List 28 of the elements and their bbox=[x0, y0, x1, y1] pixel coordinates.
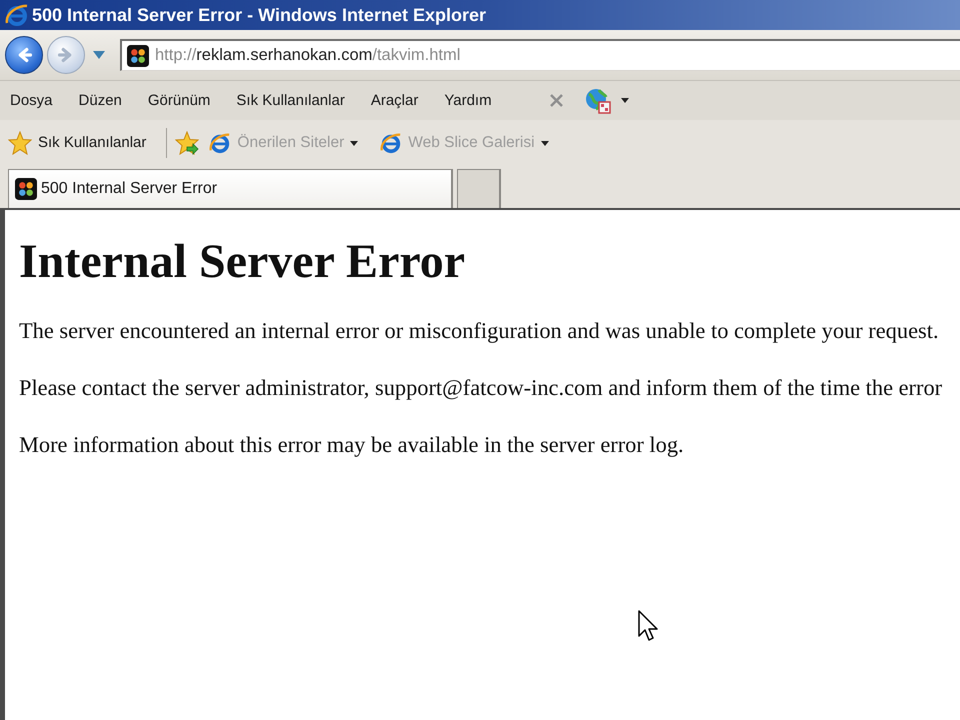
back-button[interactable] bbox=[5, 36, 43, 74]
star-icon bbox=[8, 131, 32, 155]
error-message: The server encountered an internal error or misconfiguration and was unable to complete your request. bbox=[19, 318, 939, 343]
browser-logo-icon bbox=[5, 3, 29, 27]
browser-tab[interactable]: 500 Internal Server Error bbox=[8, 169, 453, 208]
menu-item[interactable]: Araçlar bbox=[370, 89, 418, 112]
history-dropdown-icon[interactable] bbox=[93, 51, 105, 59]
close-icon[interactable] bbox=[550, 94, 563, 107]
browser-page-icon bbox=[380, 132, 402, 154]
menu-item[interactable]: Düzen bbox=[78, 89, 122, 112]
site-icon bbox=[15, 178, 37, 200]
browser-page-icon bbox=[209, 132, 232, 154]
new-tab-button[interactable] bbox=[457, 169, 501, 208]
menu-item[interactable]: Dosya bbox=[10, 89, 53, 112]
favorites-button[interactable]: Sık Kullanılanlar bbox=[8, 131, 146, 155]
error-message: Please contact the server administrator, support@fatcow-inc.com and inform them of the time the error bbox=[19, 375, 942, 400]
error-message: More information about this error may be available in the server error log. bbox=[19, 432, 684, 457]
window-title: 500 Internal Server Error - Windows Internet Explorer bbox=[32, 6, 486, 24]
add-favorite-icon[interactable] bbox=[175, 131, 200, 155]
address-field[interactable]: http://reklam.serhanokan.com/takvim.html bbox=[120, 39, 960, 71]
dropdown-icon[interactable] bbox=[620, 98, 629, 103]
mouse-pointer-icon bbox=[638, 610, 658, 642]
menu-item[interactable]: Görünüm bbox=[148, 89, 210, 112]
globe-icon[interactable] bbox=[584, 88, 611, 114]
menu-item[interactable]: Sık Kullanılanlar bbox=[236, 89, 345, 112]
site-icon bbox=[127, 44, 149, 66]
menu-item[interactable]: Yardım bbox=[444, 89, 492, 112]
page-heading: Internal Server Error bbox=[19, 234, 466, 290]
